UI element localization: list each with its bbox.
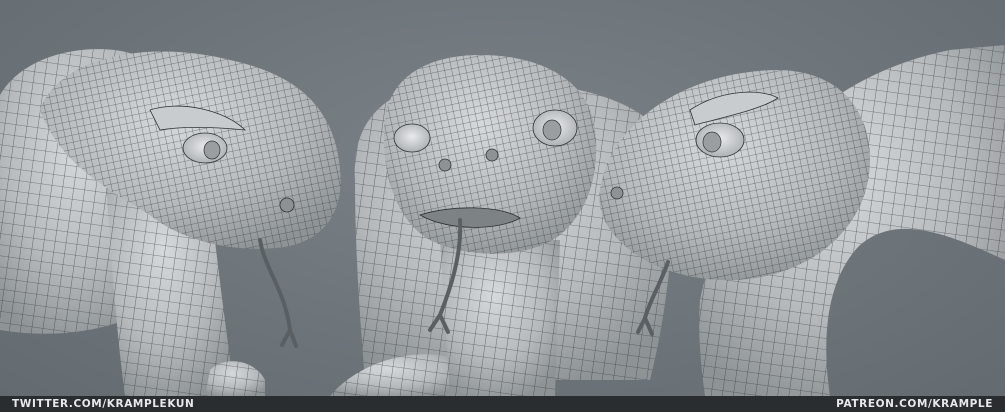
wireframe-render-area [0, 0, 1005, 396]
twitter-credit-text: TWITTER.COM/KRAMPLEKUN [12, 398, 195, 410]
snake-profile-view [599, 45, 1005, 396]
snake-left-view [0, 49, 341, 396]
snake-wireframe-illustration [0, 45, 1005, 396]
patreon-credit-text: PATREON.COM/KRAMPLE [836, 398, 993, 410]
credits-bar: TWITTER.COM/KRAMPLEKUN PATREON.COM/KRAMP… [0, 396, 1005, 412]
